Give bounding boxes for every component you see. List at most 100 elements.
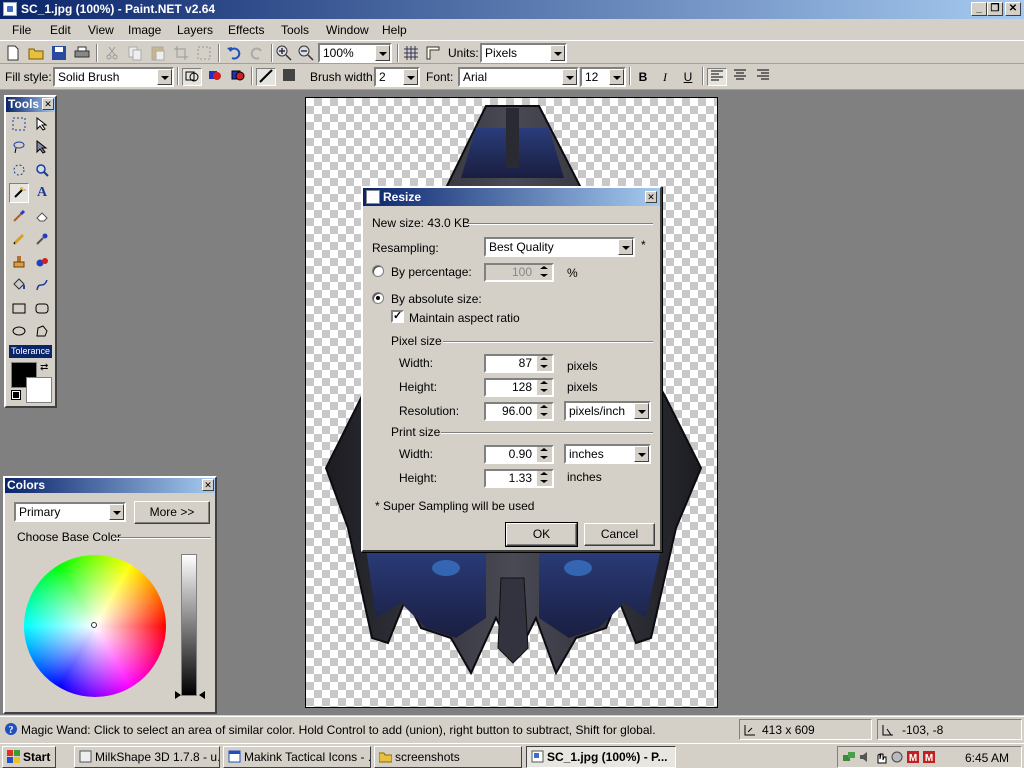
align-center-button[interactable] bbox=[730, 68, 750, 86]
reset-colors-icon[interactable] bbox=[11, 390, 21, 400]
color-mode-combo[interactable]: Primary bbox=[14, 502, 126, 522]
line-curve-tool[interactable] bbox=[32, 275, 52, 295]
zoom-tool[interactable] bbox=[32, 160, 52, 180]
fill-style-combo[interactable]: Solid Brush bbox=[53, 67, 174, 87]
resampling-combo[interactable]: Best Quality bbox=[484, 237, 635, 257]
align-left-button[interactable] bbox=[707, 68, 727, 86]
pixel-width-spinner[interactable] bbox=[537, 356, 552, 371]
volume-icon[interactable] bbox=[858, 750, 872, 764]
recolor-tool[interactable] bbox=[32, 252, 52, 272]
minimize-button[interactable]: _ bbox=[971, 2, 987, 16]
print-width-field[interactable]: 0.90 bbox=[484, 445, 554, 464]
move-selected-tool[interactable] bbox=[32, 137, 52, 157]
draw-shape-outline-button[interactable] bbox=[182, 68, 202, 86]
undo-icon[interactable] bbox=[226, 45, 242, 61]
by-absolute-size-radio[interactable] bbox=[372, 292, 384, 304]
magic-wand-tool[interactable] bbox=[9, 183, 29, 203]
task-milkshape[interactable]: MilkShape 3D 1.7.8 - u... bbox=[74, 746, 220, 768]
font-combo[interactable]: Arial bbox=[458, 67, 579, 87]
ellipse-tool[interactable] bbox=[9, 321, 29, 341]
font-size-combo[interactable]: 12 bbox=[580, 67, 626, 87]
print-icon[interactable] bbox=[74, 45, 90, 61]
brightness-slider-handle-left[interactable] bbox=[175, 691, 181, 699]
italic-button[interactable]: I bbox=[655, 68, 675, 86]
network-icon[interactable] bbox=[842, 750, 856, 764]
brightness-slider-handle-right[interactable] bbox=[199, 691, 205, 699]
maintain-aspect-checkbox[interactable]: ✓ bbox=[391, 310, 404, 323]
antialias-off-button[interactable] bbox=[279, 68, 299, 86]
cut-icon[interactable] bbox=[104, 45, 120, 61]
menu-file[interactable]: File bbox=[12, 23, 31, 37]
resolution-spinner[interactable] bbox=[537, 404, 552, 419]
tolerance-slider[interactable]: Tolerance bbox=[9, 345, 52, 358]
menu-window[interactable]: Window bbox=[326, 23, 369, 37]
ellipse-select-tool[interactable] bbox=[9, 160, 29, 180]
draw-shape-filled-button[interactable] bbox=[205, 68, 225, 86]
task-screenshots-folder[interactable]: screenshots bbox=[374, 746, 522, 768]
antivirus-icon[interactable]: M bbox=[906, 750, 920, 764]
resolution-field[interactable]: 96.00 bbox=[484, 402, 554, 421]
menu-tools[interactable]: Tools bbox=[281, 23, 309, 37]
tools-window-close-button[interactable]: ✕ bbox=[42, 98, 54, 110]
ok-button[interactable]: OK bbox=[505, 522, 578, 547]
lasso-select-tool[interactable] bbox=[9, 137, 29, 157]
copy-icon[interactable] bbox=[127, 45, 143, 61]
antialias-on-button[interactable] bbox=[256, 68, 276, 86]
maximize-button[interactable]: ❐ bbox=[987, 2, 1003, 16]
menu-view[interactable]: View bbox=[88, 23, 114, 37]
color-picker-tool[interactable] bbox=[32, 229, 52, 249]
resize-dialog-close-button[interactable]: ✕ bbox=[645, 191, 657, 203]
units-combo[interactable]: Pixels bbox=[480, 43, 567, 63]
rounded-rectangle-tool[interactable] bbox=[32, 298, 52, 318]
menu-image[interactable]: Image bbox=[128, 23, 161, 37]
rectangle-tool[interactable] bbox=[9, 298, 29, 318]
by-percentage-radio[interactable] bbox=[372, 265, 384, 277]
deselect-icon[interactable] bbox=[196, 45, 212, 61]
pixel-height-spinner[interactable] bbox=[537, 380, 552, 395]
paintbrush-tool[interactable] bbox=[9, 206, 29, 226]
paint-bucket-tool[interactable] bbox=[9, 275, 29, 295]
task-makink-icons[interactable]: Makink Tactical Icons - ... bbox=[223, 746, 371, 768]
eraser-tool[interactable] bbox=[32, 206, 52, 226]
start-button[interactable]: Start bbox=[2, 746, 56, 768]
resolution-unit-combo[interactable]: pixels/inch bbox=[564, 401, 651, 421]
align-right-button[interactable] bbox=[753, 68, 773, 86]
menu-help[interactable]: Help bbox=[382, 23, 407, 37]
bold-button[interactable]: B bbox=[633, 68, 653, 86]
draw-shape-filled-outline-button[interactable] bbox=[228, 68, 248, 86]
redo-icon[interactable] bbox=[249, 45, 265, 61]
close-button[interactable]: ✕ bbox=[1005, 2, 1021, 16]
settings-tray-icon[interactable] bbox=[890, 750, 904, 764]
print-width-spinner[interactable] bbox=[537, 447, 552, 462]
freeform-shape-tool[interactable] bbox=[32, 321, 52, 341]
pencil-tool[interactable] bbox=[9, 229, 29, 249]
open-folder-icon[interactable] bbox=[28, 45, 44, 61]
grid-icon[interactable] bbox=[403, 45, 419, 61]
print-height-spinner[interactable] bbox=[537, 471, 552, 486]
menu-effects[interactable]: Effects bbox=[228, 23, 264, 37]
print-height-field[interactable]: 1.33 bbox=[484, 469, 554, 488]
task-paintnet[interactable]: SC_1.jpg (100%) - P... bbox=[526, 746, 676, 768]
move-selection-tool[interactable] bbox=[32, 114, 52, 134]
hand-cursor-icon[interactable] bbox=[874, 750, 888, 764]
paste-icon[interactable] bbox=[150, 45, 166, 61]
pixel-height-field[interactable]: 128 bbox=[484, 378, 554, 397]
percentage-spinner[interactable] bbox=[537, 265, 552, 280]
mail-tray-icon[interactable]: M bbox=[922, 750, 936, 764]
brush-width-combo[interactable]: 2 bbox=[374, 67, 420, 87]
save-icon[interactable] bbox=[51, 45, 67, 61]
new-file-icon[interactable] bbox=[5, 45, 21, 61]
rulers-icon[interactable] bbox=[425, 45, 441, 61]
percentage-field[interactable]: 100 bbox=[484, 263, 554, 282]
zoom-combo[interactable]: 100% bbox=[318, 43, 392, 63]
more-colors-button[interactable]: More >> bbox=[134, 501, 210, 524]
color-wheel[interactable] bbox=[24, 555, 166, 697]
menu-layers[interactable]: Layers bbox=[177, 23, 213, 37]
crop-icon[interactable] bbox=[173, 45, 189, 61]
underline-button[interactable]: U bbox=[678, 68, 698, 86]
clone-stamp-tool[interactable] bbox=[9, 252, 29, 272]
menu-edit[interactable]: Edit bbox=[50, 23, 71, 37]
brightness-slider[interactable] bbox=[181, 554, 197, 696]
cancel-button[interactable]: Cancel bbox=[584, 523, 655, 546]
secondary-color-swatch[interactable] bbox=[26, 377, 52, 403]
